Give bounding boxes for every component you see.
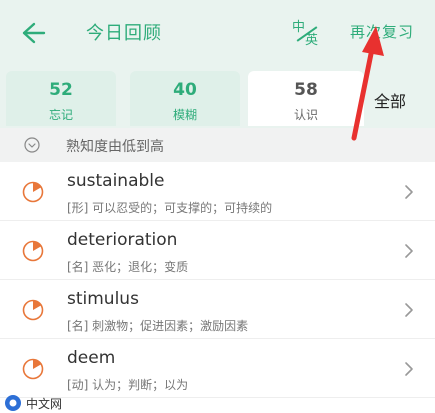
word-text: stimulus: [67, 289, 139, 309]
watermark-logo-icon: [5, 395, 21, 411]
tab-fuzzy-count: 40: [173, 80, 197, 100]
back-button[interactable]: [14, 18, 48, 48]
word-row[interactable]: stimulus [名] 刺激物；促进因素；激励因素: [0, 280, 435, 339]
progress-pie-icon: [22, 240, 44, 262]
progress-pie-icon: [22, 299, 44, 321]
page-title: 今日回顾: [86, 23, 162, 44]
tab-forgot-count: 52: [49, 80, 73, 100]
tab-fuzzy[interactable]: 40 模糊: [130, 71, 240, 126]
tab-forgot[interactable]: 52 忘记: [6, 71, 116, 126]
word-definition: [形] 可以忍受的；可支撑的；可持续的: [67, 201, 273, 215]
watermark-text: 中文网: [26, 397, 63, 411]
progress-pie-icon: [22, 358, 44, 380]
chevron-right-icon: [405, 303, 413, 317]
word-definition: [动] 认为；判断；以为: [67, 378, 189, 392]
annotation-arrow: [351, 26, 384, 141]
progress-pie-icon: [22, 181, 44, 203]
language-en-label: 英: [305, 33, 319, 48]
tab-forgot-label: 忘记: [48, 108, 73, 122]
chevron-right-icon: [405, 362, 413, 376]
word-definition: [名] 恶化；退化；变质: [67, 260, 189, 274]
word-text: deem: [67, 348, 116, 368]
chevron-right-icon: [405, 244, 413, 258]
chevron-right-icon: [405, 185, 413, 199]
word-row[interactable]: deterioration [名] 恶化；退化；变质: [0, 221, 435, 280]
language-toggle-button[interactable]: 中 英: [290, 16, 326, 50]
chevron-down-circle-icon: [24, 137, 40, 153]
language-zh-label: 中: [292, 20, 306, 35]
word-definition: [名] 刺激物；促进因素；激励因素: [67, 319, 249, 333]
tab-fuzzy-label: 模糊: [172, 108, 197, 122]
back-arrow-icon: [22, 22, 46, 44]
word-text: deterioration: [67, 230, 178, 250]
word-text: sustainable: [67, 171, 165, 191]
watermark: 中文网: [4, 393, 104, 413]
word-row[interactable]: deem [动] 认为；判断；以为: [0, 339, 435, 398]
word-row[interactable]: sustainable [形] 可以忍受的；可支撑的；可持续的: [0, 162, 435, 221]
sort-label: 熟知度由低到高: [66, 139, 164, 155]
word-list: sustainable [形] 可以忍受的；可支撑的；可持续的 deterior…: [0, 162, 435, 413]
